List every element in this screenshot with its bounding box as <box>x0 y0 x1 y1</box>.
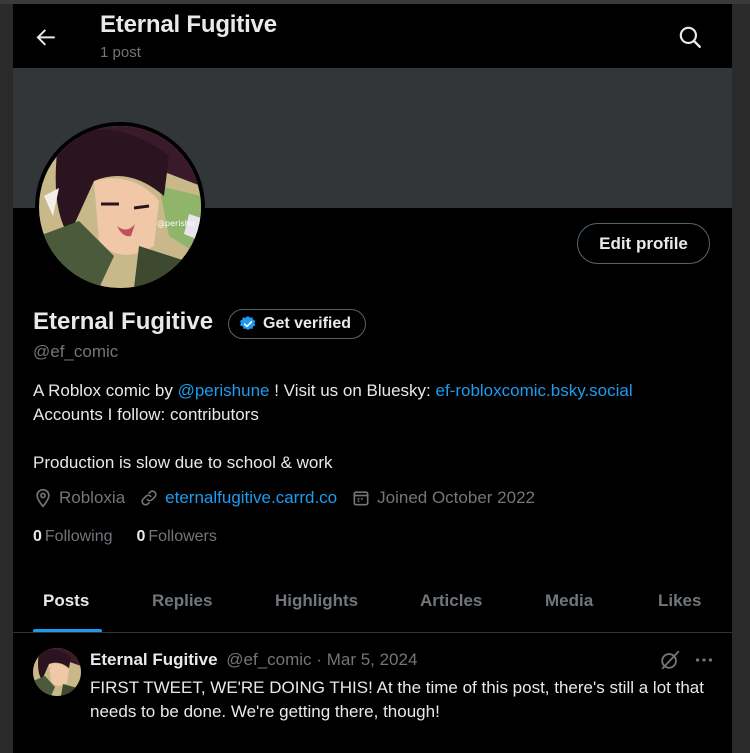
post-author[interactable]: Eternal Fugitive <box>90 650 218 669</box>
avatar[interactable]: @perishu <box>35 122 205 292</box>
post-header: Eternal Fugitive @ef_comic · Mar 5, 2024 <box>90 650 417 670</box>
following-link[interactable]: 0 Following <box>33 528 113 546</box>
back-button[interactable] <box>31 22 61 52</box>
get-verified-button[interactable]: Get verified <box>228 309 367 339</box>
more-options-icon[interactable] <box>693 649 715 671</box>
calendar-icon <box>353 491 369 506</box>
location-pin-icon <box>36 488 50 508</box>
followers-link[interactable]: 0 Followers <box>137 528 217 546</box>
grok-icon[interactable] <box>659 649 681 671</box>
post-count: 1 post <box>100 44 141 61</box>
profile-handle: @ef_comic <box>33 342 119 361</box>
post-separator: · <box>316 650 322 669</box>
tab-likes[interactable]: Likes <box>658 591 701 611</box>
post-date[interactable]: Mar 5, 2024 <box>327 650 418 669</box>
mention-link[interactable]: @perishune <box>178 381 270 400</box>
search-button[interactable] <box>677 24 703 50</box>
tab-articles[interactable]: Articles <box>420 591 482 611</box>
edit-profile-button[interactable]: Edit profile <box>577 223 710 264</box>
website-link[interactable]: eternalfugitive.carrd.co <box>165 488 337 508</box>
profile-page: Eternal Fugitive 1 post @perishu Edit pr… <box>13 4 732 753</box>
followers-label: Followers <box>148 528 217 545</box>
tab-media[interactable]: Media <box>545 591 593 611</box>
profile-tabs: Posts Replies Highlights Articles Media … <box>13 579 732 633</box>
joined-text: Joined October 2022 <box>377 488 535 507</box>
post-avatar[interactable] <box>33 648 81 696</box>
post-handle[interactable]: @ef_comic <box>226 650 311 669</box>
top-header: Eternal Fugitive 1 post <box>13 4 732 68</box>
following-label: Following <box>44 528 113 545</box>
tab-highlights[interactable]: Highlights <box>275 591 358 611</box>
get-verified-label: Get verified <box>263 315 352 332</box>
website-item[interactable]: eternalfugitive.carrd.co <box>139 488 337 508</box>
bluesky-link[interactable]: ef-robloxcomic.bsky.social <box>435 381 632 400</box>
followers-count: 0 <box>136 528 146 545</box>
bio-line: Production is slow due to school & work <box>33 453 333 472</box>
avatar-image: @perishu <box>39 126 201 288</box>
location-item: Robloxia <box>33 488 125 508</box>
joined-item: Joined October 2022 <box>351 488 535 508</box>
tabs-divider <box>13 632 732 633</box>
post-actions <box>659 649 715 671</box>
search-icon <box>679 26 701 48</box>
tab-posts[interactable]: Posts <box>43 591 89 611</box>
following-count: 0 <box>33 528 42 545</box>
profile-bio: A Roblox comic by @perishune ! Visit us … <box>33 379 723 475</box>
bio-text: ! Visit us on Bluesky: <box>269 381 436 400</box>
avatar-watermark: @perishu <box>157 219 195 228</box>
location-text: Robloxia <box>59 488 126 507</box>
follow-stats: 0 Following 0 Followers <box>33 528 217 546</box>
profile-name: Eternal Fugitive <box>33 308 214 335</box>
bio-text: A Roblox comic by <box>33 381 178 400</box>
verified-badge-icon <box>240 316 256 331</box>
profile-meta: Robloxia eternalfugitive.carrd.co Joined… <box>33 488 549 508</box>
link-icon <box>141 490 157 506</box>
bio-line: Accounts I follow: contributors <box>33 405 259 424</box>
post-text: FIRST TWEET, WE'RE DOING THIS! At the ti… <box>90 678 704 721</box>
page-title: Eternal Fugitive <box>100 11 277 38</box>
arrow-left-icon <box>36 29 55 46</box>
tab-replies[interactable]: Replies <box>152 591 212 611</box>
